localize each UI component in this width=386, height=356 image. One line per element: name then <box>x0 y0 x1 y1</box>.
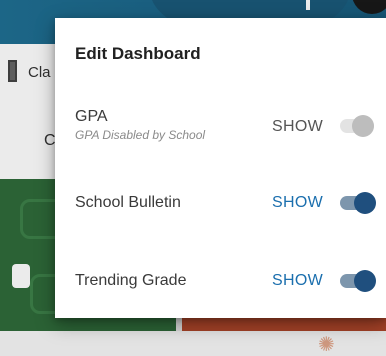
toggle-knob <box>354 270 376 292</box>
toggle-knob <box>354 192 376 214</box>
toggle-school-bulletin[interactable] <box>338 192 378 214</box>
show-button-trending-grade[interactable]: SHOW <box>272 272 323 290</box>
toggle-gpa[interactable] <box>338 115 378 137</box>
setting-label-trending-grade: Trending Grade <box>75 272 187 289</box>
show-button-gpa[interactable]: SHOW <box>272 118 323 136</box>
edit-dashboard-dialog: Edit Dashboard GPA GPA Disabled by Schoo… <box>55 18 386 318</box>
toggle-trending-grade[interactable] <box>338 270 378 292</box>
dialog-title: Edit Dashboard <box>75 44 201 63</box>
setting-label-school-bulletin: School Bulletin <box>75 194 181 211</box>
setting-row-gpa: GPA GPA Disabled by School SHOW <box>55 108 386 148</box>
setting-sublabel-gpa: GPA Disabled by School <box>75 128 206 142</box>
setting-row-school-bulletin: School Bulletin SHOW <box>55 192 386 234</box>
show-button-school-bulletin[interactable]: SHOW <box>272 194 323 212</box>
toggle-knob <box>352 115 374 137</box>
setting-label-gpa: GPA <box>75 108 108 125</box>
setting-row-trending-grade: Trending Grade SHOW <box>55 270 386 312</box>
